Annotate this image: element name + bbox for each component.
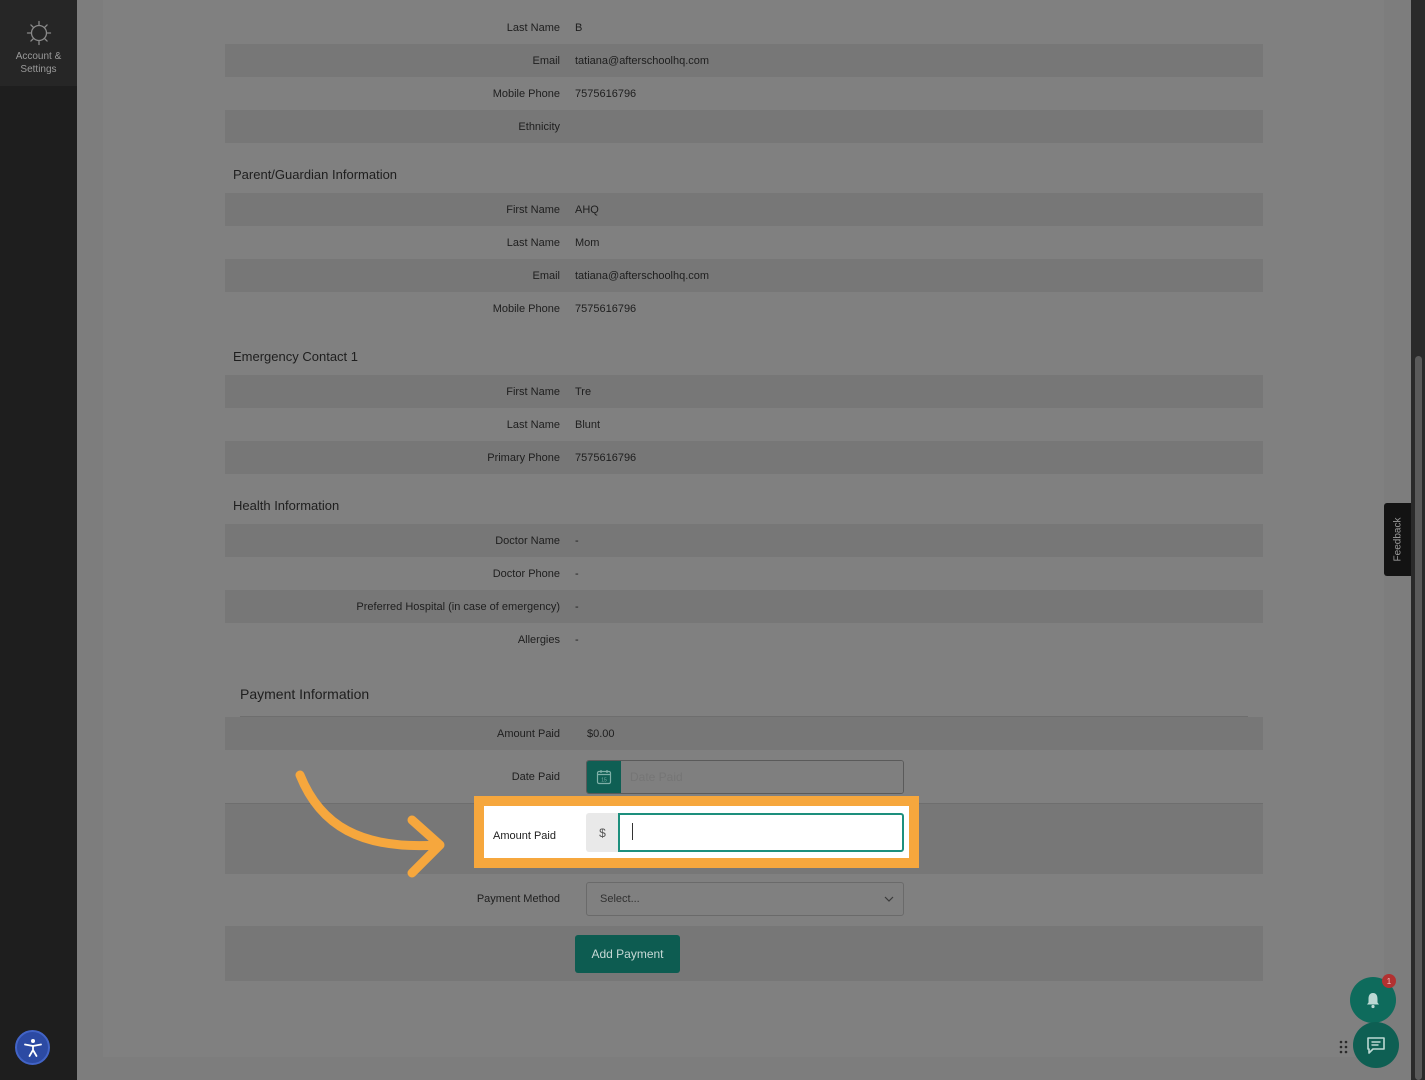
field-label: Email: [532, 269, 560, 282]
scrollbar-thumb[interactable]: [1415, 356, 1422, 1080]
section-title-health: Health Information: [233, 498, 340, 513]
amount-input-label: Amount Paid: [493, 830, 556, 842]
calendar-date-text: 15: [601, 778, 607, 784]
section-title-parent: Parent/Guardian Information: [233, 167, 398, 182]
field-label: Last Name: [506, 21, 560, 34]
field-label: Email: [532, 54, 560, 67]
chat-button[interactable]: [1353, 1022, 1399, 1068]
field-value: 7575616796: [575, 87, 637, 100]
feedback-label: Feedback: [1392, 517, 1404, 562]
table-row: [225, 926, 1263, 981]
add-payment-button[interactable]: Add Payment: [575, 935, 680, 973]
table-row: Doctor Phone -: [225, 557, 1263, 590]
field-value: tatiana@afterschoolhq.com: [575, 54, 710, 67]
table-row: Allergies -: [225, 623, 1263, 656]
date-paid-input[interactable]: [621, 761, 903, 793]
field-value: Blunt: [575, 418, 601, 431]
table-row: Email tatiana@afterschoolhq.com: [225, 44, 1263, 77]
field-value: -: [575, 600, 579, 613]
gear-icon: [26, 20, 51, 46]
table-row: Amount Paid $0.00: [225, 717, 1263, 750]
section-title-payment: Payment Information: [240, 686, 370, 702]
table-row: Last Name Blunt: [225, 408, 1263, 441]
field-label: Primary Phone: [487, 451, 560, 464]
table-row: Primary Phone 7575616796: [225, 441, 1263, 474]
field-label: Doctor Name: [495, 534, 560, 547]
currency-addon: $: [586, 813, 619, 852]
field-label: Allergies: [517, 633, 560, 646]
main-panel: Last Name B Email tatiana@afterschoolhq.…: [103, 0, 1384, 1057]
amount-paid-value: $0.00: [587, 727, 615, 740]
payment-method-selected: Select...: [600, 893, 640, 905]
field-label: Ethnicity: [518, 120, 560, 133]
field-value: tatiana@afterschoolhq.com: [575, 269, 710, 282]
sidebar: Account & Settings: [0, 0, 77, 1080]
chat-icon: [1367, 1037, 1385, 1054]
sidebar-item-account-settings[interactable]: Account & Settings: [0, 0, 77, 86]
field-value: 7575616796: [575, 451, 637, 464]
field-label: Amount Paid: [497, 727, 560, 740]
field-label: First Name: [506, 203, 560, 216]
accessibility-icon: [23, 1038, 42, 1057]
table-row: Ethnicity: [225, 110, 1263, 143]
table-row: First Name Tre: [225, 375, 1263, 408]
accessibility-button[interactable]: [15, 1030, 50, 1065]
calendar-button[interactable]: 15: [587, 761, 621, 793]
table-row: First Name AHQ: [225, 193, 1263, 226]
field-value: -: [575, 567, 579, 580]
field-label: Last Name: [506, 236, 560, 249]
field-label: Doctor Phone: [492, 567, 560, 580]
sidebar-item-label: Account & Settings: [15, 51, 62, 75]
amount-paid-input[interactable]: [618, 813, 904, 852]
field-label: Mobile Phone: [492, 87, 560, 100]
text-caret: [632, 823, 633, 840]
section-title-emergency: Emergency Contact 1: [233, 349, 359, 364]
field-value: -: [575, 534, 579, 547]
calendar-icon: 15: [596, 770, 612, 785]
field-label: Preferred Hospital (in case of emergency…: [356, 600, 560, 613]
field-value: 7575616796: [575, 302, 637, 315]
table-row: Preferred Hospital (in case of emergency…: [225, 590, 1263, 623]
notification-badge: 1: [1382, 974, 1396, 988]
field-value: AHQ: [575, 203, 599, 216]
table-row: Last Name Mom: [225, 226, 1263, 259]
field-label: First Name: [506, 385, 560, 398]
arrow-annotation-icon: [295, 770, 445, 878]
chevron-down-icon: [884, 896, 894, 902]
date-paid-field[interactable]: 15: [586, 760, 904, 794]
field-label: Payment Method: [476, 892, 560, 905]
payment-method-select[interactable]: Select...: [586, 882, 904, 916]
table-row: Mobile Phone 7575616796: [225, 77, 1263, 110]
field-value: Mom: [575, 236, 600, 249]
field-label: Mobile Phone: [492, 302, 560, 315]
field-value: -: [575, 633, 579, 646]
field-value: B: [575, 21, 583, 34]
table-row: Doctor Name -: [225, 524, 1263, 557]
drag-handle-icon[interactable]: [1339, 1040, 1349, 1056]
table-row: Last Name B: [225, 11, 1263, 44]
table-row: Email tatiana@afterschoolhq.com: [225, 259, 1263, 292]
bell-icon: [1367, 993, 1379, 1009]
field-label: Last Name: [506, 418, 560, 431]
field-value: Tre: [575, 385, 592, 398]
feedback-tab[interactable]: Feedback: [1384, 503, 1411, 576]
table-row: Mobile Phone 7575616796: [225, 292, 1263, 325]
